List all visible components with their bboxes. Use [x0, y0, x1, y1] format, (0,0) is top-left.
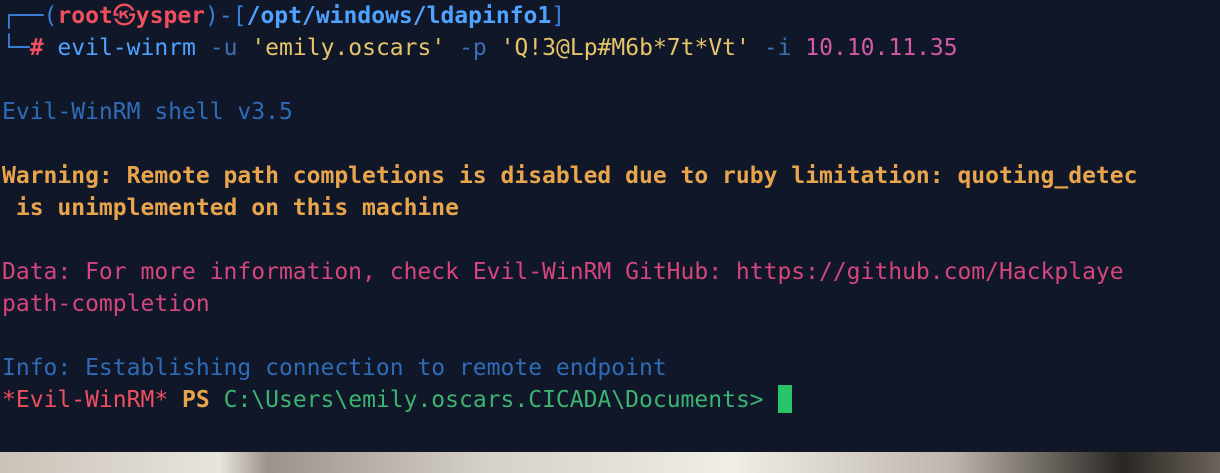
info-line: Info: Establishing connection to remote …: [2, 355, 667, 381]
prompt-corner-top: ┌──: [2, 3, 44, 29]
ps-prompt-path: C:\Users\emily.oscars.CICADA\Documents>: [223, 387, 764, 413]
prompt-line: ┌──(root㉿ysper)-[/opt/windows/ldapinfo1]: [2, 0, 565, 32]
ps-prompt-line[interactable]: *Evil-WinRM* PS C:\Users\emily.oscars.CI…: [2, 384, 792, 416]
warning-line-2: is unimplemented on this machine: [2, 195, 459, 221]
command-ip: 10.10.11.35: [805, 35, 958, 61]
prompt-path: /opt/windows/ldapinfo1: [246, 3, 552, 29]
ps-prompt-ps: PS: [182, 387, 210, 413]
ps-prompt-name: *Evil-WinRM*: [2, 387, 169, 413]
prompt-close-bracket: ]: [551, 3, 566, 29]
command-flag-u: -u: [209, 35, 238, 61]
banner-text: Evil-WinRM shell v3.5: [2, 99, 293, 125]
command-flag-i: -i: [763, 35, 792, 61]
command-program: evil-winrm: [57, 35, 196, 61]
text-cursor[interactable]: [777, 385, 792, 413]
data-line-1: Data: For more information, check Evil-W…: [2, 259, 1124, 285]
desktop-background: [0, 452, 1220, 473]
command-flag-p: -p: [459, 35, 487, 61]
prompt-separator-icon: ㉿: [112, 3, 136, 29]
prompt-open-paren: (: [43, 3, 58, 29]
prompt-host: ysper: [135, 3, 206, 29]
command-user-arg: 'emily.oscars': [251, 35, 446, 61]
data-line-2: path-completion: [2, 291, 210, 317]
warning-line-1: Warning: Remote path completions is disa…: [2, 163, 1138, 189]
command-password-arg: 'Q!3@Lp#M6b*7t*Vt': [500, 35, 750, 61]
prompt-dash: )-[: [205, 3, 247, 29]
prompt-hash: #: [29, 35, 44, 61]
command-line[interactable]: └─# evil-winrm -u 'emily.oscars' -p 'Q!3…: [2, 32, 958, 64]
prompt-corner-bottom: └─: [2, 35, 30, 61]
terminal-window[interactable]: ┌──(root㉿ysper)-[/opt/windows/ldapinfo1]…: [0, 0, 1220, 452]
prompt-user: root: [57, 3, 113, 29]
